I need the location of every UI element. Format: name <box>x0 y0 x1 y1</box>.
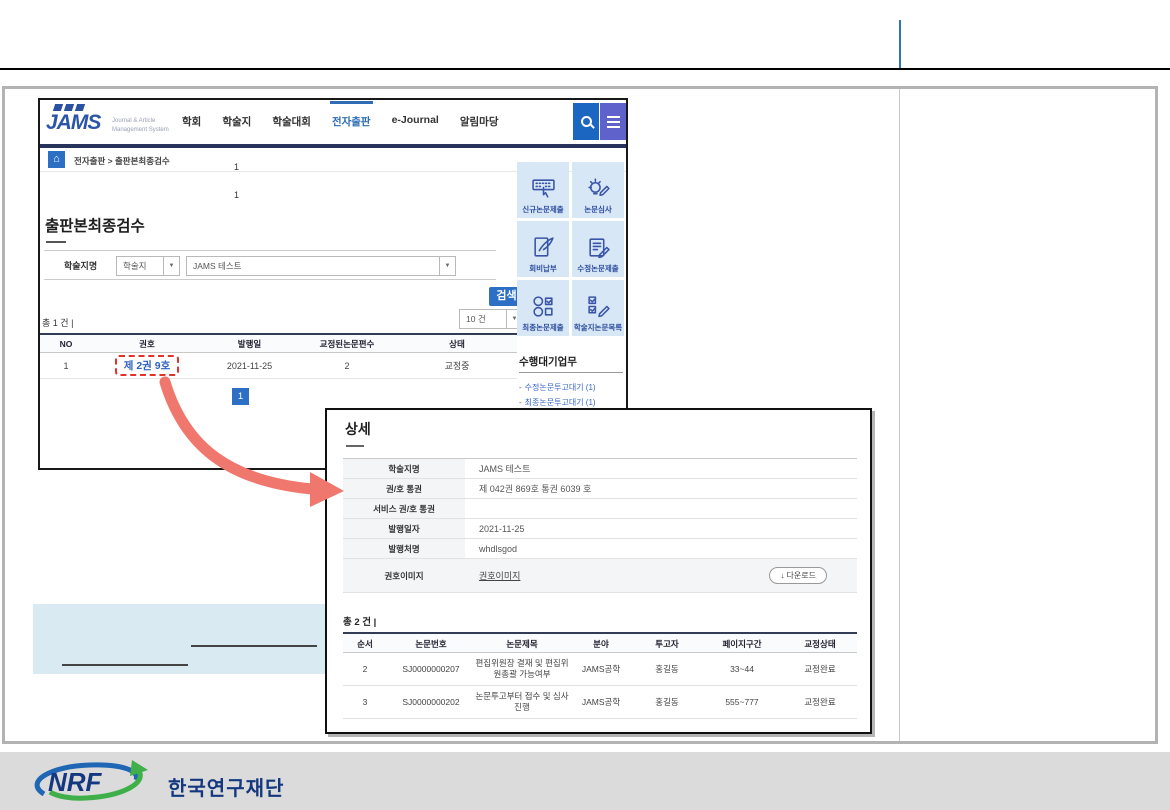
page-title: 출판본최종검수 <box>45 214 145 236</box>
nrf-logo-icon: NRF <box>22 758 162 804</box>
nav-item-notice[interactable]: 알림마당 <box>460 114 499 129</box>
checklist-pencil-icon <box>586 294 611 319</box>
cover-image-link[interactable]: 권호이미지 <box>479 569 520 582</box>
footer-bar: NRF 한국연구재단 <box>0 752 1170 810</box>
row-no: 1 <box>40 361 92 371</box>
highlight-dashed-box: 제 2권 9호 <box>115 355 180 376</box>
table-row: 1 제 2권 9호 2021-11-25 2 교정중 <box>40 353 517 379</box>
keyboard-hand-icon <box>531 176 556 201</box>
menu-icon <box>607 116 620 118</box>
detail-row-cover-image: 권호이미지 권호이미지 ↓ 다운로드 <box>343 559 857 593</box>
volume-link[interactable]: 제 2권 9호 <box>124 360 171 372</box>
pagination-page-1[interactable]: 1 <box>232 388 249 405</box>
journal-type-select[interactable]: 학술지 ▼ <box>116 256 180 276</box>
list-total-count: 총 1 건 | <box>42 316 73 329</box>
annotation-note-box <box>33 604 336 674</box>
header-vertical-divider <box>899 20 901 68</box>
articles-total-count: 총 2 건 | <box>343 614 376 628</box>
quick-menu-revised-submission[interactable]: 수정논문제출 <box>572 221 624 277</box>
header-rule-line <box>0 68 1170 70</box>
nav-item-society[interactable]: 학회 <box>182 114 201 129</box>
quick-menu-fee-payment[interactable]: 회비납부 <box>517 221 569 277</box>
pending-tasks-title: 수행대기업무 <box>519 354 577 369</box>
logo-cubes-decoration <box>54 104 84 111</box>
table-header-row: NO 권호 발행일 교정된논문편수 상태 <box>40 333 517 353</box>
step-marker-1: 1 <box>234 162 239 172</box>
note-underline-2 <box>62 664 188 666</box>
articles-header-row: 순서 논문번호 논문제목 분야 투고자 페이지구간 교정상태 <box>343 632 857 653</box>
search-form: 학술지명 학술지 ▼ JAMS 테스트 ▼ <box>44 250 496 280</box>
note-underline-1 <box>191 645 317 647</box>
step-marker-2: 1 <box>234 190 239 200</box>
issue-list-table: NO 권호 발행일 교정된논문편수 상태 1 제 2권 9호 2021-11-2… <box>40 333 517 379</box>
frame-column-divider <box>899 89 900 741</box>
jams-logo-tagline: Journal & Article Management System <box>112 117 169 135</box>
row-status: 교정중 <box>397 359 517 372</box>
row-corrected-count: 2 <box>297 361 397 371</box>
memo-pencil-icon <box>586 235 611 260</box>
nav-menu: 학회 학술지 학술대회 전자출판 e-Journal 알림마당 <box>182 114 499 129</box>
detail-table: 학술지명 JAMS 테스트 권/호 통권 제 042권 869호 통권 6039… <box>343 458 857 593</box>
all-menu-button[interactable] <box>600 103 626 140</box>
page-size-select[interactable]: 10 건 ▼ <box>459 309 523 329</box>
pending-tasks-divider <box>519 372 623 373</box>
detail-popup: 상세 학술지명 JAMS 테스트 권/호 통권 제 042권 869호 통권 6… <box>325 408 872 734</box>
nav-item-ejournal[interactable]: e-Journal <box>392 114 439 129</box>
slide-canvas: JAMS Journal & Article Management System… <box>0 0 1170 810</box>
organization-name: 한국연구재단 <box>168 772 284 801</box>
title-underline <box>46 241 66 243</box>
popup-title: 상세 <box>345 419 371 439</box>
popup-title-underline <box>346 445 364 447</box>
nav-item-conference[interactable]: 학술대회 <box>272 114 311 129</box>
faces-check-icon <box>531 294 556 319</box>
quick-menu-new-submission[interactable]: 신규논문제출 <box>517 162 569 218</box>
article-title-link[interactable]: 편집위원장 결재 및 편집위원총괄 가능여부 <box>475 658 569 681</box>
detail-row-service-volume: 서비스 권/호 통권 <box>343 499 857 519</box>
nav-buttons <box>573 103 626 140</box>
journal-name-select[interactable]: JAMS 테스트 ▼ <box>186 256 456 276</box>
quick-menu-final-submission[interactable]: 최종논문제출 <box>517 280 569 336</box>
nav-item-journal[interactable]: 학술지 <box>222 114 251 129</box>
pending-item-revised[interactable]: -수정논문투고대기 (1) <box>519 382 596 393</box>
detail-row-publisher: 발행처명 whdlsgod <box>343 539 857 559</box>
pending-item-final[interactable]: -최종논문투고대기 (1) <box>519 397 596 408</box>
quick-menu-review[interactable]: 논문심사 <box>572 162 624 218</box>
detail-row-volume: 권/호 통권 제 042권 869호 통권 6039 호 <box>343 479 857 499</box>
quick-menu: 신규논문제출 논문심사 회비납부 수정논문제출 최종논문제출 학술지논문목록 <box>517 162 624 336</box>
breadcrumb: 전자출판 > 출판본최종검수 <box>74 155 170 167</box>
top-navigation-bar: JAMS Journal & Article Management System… <box>40 100 626 144</box>
download-arrow-icon: ↓ <box>780 571 784 580</box>
search-icon <box>581 116 592 127</box>
article-title-link[interactable]: 논문투고부터 접수 및 심사 진행 <box>475 691 569 714</box>
paper-quill-icon <box>531 235 556 260</box>
article-row: 3 SJ0000000202 논문투고부터 접수 및 심사 진행 JAMS공학 … <box>343 686 857 719</box>
articles-table: 순서 논문번호 논문제목 분야 투고자 페이지구간 교정상태 2 SJ00000… <box>343 632 857 719</box>
row-publish-date: 2021-11-25 <box>202 361 297 371</box>
chevron-down-icon: ▼ <box>439 257 455 275</box>
article-row: 2 SJ0000000207 편집위원장 결재 및 편집위원총괄 가능여부 JA… <box>343 653 857 686</box>
journal-name-label: 학술지명 <box>64 251 97 281</box>
download-button[interactable]: ↓ 다운로드 <box>769 567 827 584</box>
search-button[interactable] <box>573 103 599 140</box>
home-icon[interactable]: ⌂ <box>48 151 65 168</box>
bulb-pencil-icon <box>586 176 611 201</box>
quick-menu-article-list[interactable]: 학술지논문목록 <box>572 280 624 336</box>
nrf-logo-text: NRF <box>48 767 103 797</box>
jams-logo[interactable]: JAMS <box>46 111 100 135</box>
detail-row-journal: 학술지명 JAMS 테스트 <box>343 459 857 479</box>
chevron-down-icon: ▼ <box>163 257 179 275</box>
row-volume-cell: 제 2권 9호 <box>92 355 202 376</box>
detail-row-publish-date: 발행일자 2021-11-25 <box>343 519 857 539</box>
nav-item-epublishing-active[interactable]: 전자출판 <box>332 114 371 129</box>
active-tab-indicator <box>330 101 373 104</box>
